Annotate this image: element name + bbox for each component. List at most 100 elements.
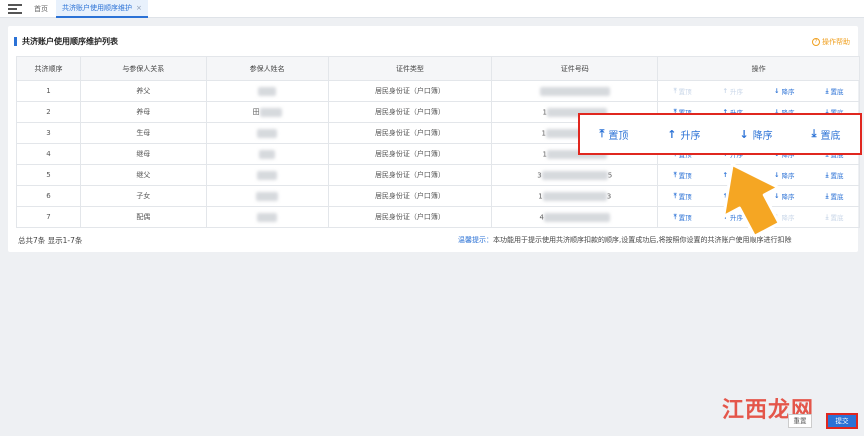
redacted-name — [259, 107, 282, 117]
order-cell: 5 — [16, 164, 81, 186]
id-type-cell: 居民身份证（户口簿） — [327, 164, 493, 186]
callout-down-button[interactable]: ↓ 降序 — [739, 127, 772, 142]
top-button: ⤒ 置顶 — [673, 86, 692, 97]
tab-active[interactable]: 共济账户使用顺序维护 × — [56, 0, 148, 18]
table-row: 1 养父 居民身份证（户口簿） ⤒ 置顶 ↑ 升序 ↓ 降序 ⤓ 置底 — [16, 80, 860, 102]
id-number-cell: 13 — [491, 185, 659, 207]
id-type-cell: 居民身份证（户口簿） — [327, 143, 493, 165]
redacted-name — [256, 191, 279, 201]
callout-up-button[interactable]: ↑ 升序 — [667, 127, 700, 142]
col-header: 共济顺序 — [16, 56, 81, 81]
name-cell — [205, 143, 329, 165]
down-label: 降序 — [781, 214, 795, 222]
tip-label: 温馨提示： — [458, 236, 493, 244]
name-cell — [205, 122, 329, 144]
menu-icon[interactable] — [8, 3, 22, 14]
top-label: 置顶 — [678, 88, 692, 96]
bottom-button[interactable]: ⤓置底 — [825, 86, 844, 97]
record-count: 总共7条 显示1-7条 — [18, 236, 83, 245]
relation-cell: 继父 — [79, 164, 207, 186]
arrow-bottom-icon: ⤓ — [825, 86, 829, 95]
top-button[interactable]: ⤒置顶 — [673, 212, 692, 223]
submit-button[interactable]: 提交 — [826, 413, 858, 429]
id-number-cell: 4 — [491, 206, 659, 228]
callout-bottom-button[interactable]: ⤓ 置底 — [812, 127, 841, 142]
id-number-cell: 35 — [491, 164, 659, 186]
ops-zoom-callout: ⤒ 置顶 ↑ 升序 ↓ 降序 ⤓ 置底 — [578, 113, 862, 155]
relation-cell: 配偶 — [79, 206, 207, 228]
bottom-label: 置底 — [830, 214, 844, 222]
ops-cell: ⤒置顶 ↑升序 ↓降序 ⤓置底 — [657, 80, 860, 102]
callout-top-button[interactable]: ⤒ 置顶 — [599, 127, 628, 142]
up-button: ↑ 升序 — [723, 86, 743, 96]
order-cell: 7 — [16, 206, 81, 228]
callout-top-label: 置顶 — [608, 130, 629, 142]
help-circle-icon: ? — [812, 38, 820, 46]
relation-cell: 养父 — [79, 80, 207, 102]
down-button[interactable]: ↓降序 — [774, 86, 794, 96]
top-tab-bar: 首页 共济账户使用顺序维护 × — [0, 0, 864, 18]
id-suffix: 5 — [607, 171, 613, 179]
redacted-name — [259, 149, 276, 159]
top-button[interactable]: ⤒置顶 — [673, 191, 692, 202]
top-button[interactable]: ⤒置顶 — [674, 170, 692, 181]
bottom-button: ⤓ 置底 — [825, 212, 844, 223]
arrow-top-icon: ⤒ — [673, 191, 677, 200]
redacted-name — [257, 212, 278, 222]
name-cell: 田 — [205, 101, 329, 123]
id-suffix: 3 — [606, 192, 612, 200]
panel-title: 共济账户使用顺序维护列表 — [14, 37, 118, 46]
bottom-label: 置底 — [830, 193, 844, 201]
redacted-id — [541, 170, 608, 180]
reset-button[interactable]: 重置 — [788, 414, 812, 428]
name-prefix: 田 — [252, 108, 260, 116]
redacted-name — [257, 128, 278, 138]
arrow-up-icon: ↑ — [667, 127, 677, 141]
arrow-bottom-icon: ⤓ — [825, 191, 829, 200]
top-label: 置顶 — [678, 172, 692, 180]
top-label: 置顶 — [678, 214, 692, 222]
id-type-cell: 居民身份证（户口簿） — [327, 80, 493, 102]
arrow-bottom-icon: ⤓ — [825, 212, 829, 221]
order-cell: 3 — [16, 122, 81, 144]
top-label: 置顶 — [678, 193, 692, 201]
name-cell — [205, 164, 329, 186]
arrow-top-icon: ⤒ — [673, 212, 677, 221]
bottom-label: 置底 — [830, 172, 844, 180]
id-number-cell — [491, 80, 659, 102]
redacted-id — [539, 86, 610, 96]
bottom-button[interactable]: ⤓置底 — [825, 191, 844, 202]
id-type-cell: 居民身份证（户口簿） — [327, 206, 493, 228]
order-cell: 6 — [16, 185, 81, 207]
col-header: 证件号码 — [491, 56, 659, 81]
tab-home[interactable]: 首页 — [28, 0, 54, 18]
down-label: 降序 — [781, 88, 795, 96]
tab-active-label: 共济账户使用顺序维护 — [62, 3, 132, 12]
arrow-up-icon: ↑ — [722, 87, 729, 95]
relation-cell: 子女 — [79, 185, 207, 207]
down-label: 降序 — [781, 172, 795, 180]
name-cell — [205, 80, 329, 102]
relation-cell: 生母 — [79, 122, 207, 144]
close-icon[interactable]: × — [136, 0, 142, 17]
id-type-cell: 居民身份证（户口簿） — [327, 185, 493, 207]
redacted-name — [258, 86, 277, 96]
callout-down-label: 降序 — [752, 130, 773, 142]
col-header: 操作 — [657, 56, 860, 81]
redacted-name — [257, 170, 278, 180]
arrow-down-icon: ↓ — [774, 87, 780, 95]
order-cell: 2 — [16, 101, 81, 123]
redacted-id — [543, 212, 610, 222]
name-cell — [205, 185, 329, 207]
table-header-row: 共济顺序 与参保人关系 参保人姓名 证件类型 证件号码 操作 — [16, 56, 860, 81]
help-label: 操作帮助 — [822, 38, 850, 46]
bottom-label: 置底 — [830, 88, 844, 96]
arrow-bottom-icon: ⤓ — [811, 127, 817, 140]
arrow-bottom-icon: ⤓ — [825, 170, 829, 179]
up-label: 升序 — [730, 88, 744, 96]
cursor-arrow-icon — [722, 162, 781, 238]
arrow-top-icon: ⤒ — [673, 86, 677, 95]
bottom-button[interactable]: ⤓置底 — [825, 170, 844, 181]
help-link[interactable]: ? 操作帮助 — [812, 37, 850, 47]
relation-cell: 继母 — [79, 143, 207, 165]
